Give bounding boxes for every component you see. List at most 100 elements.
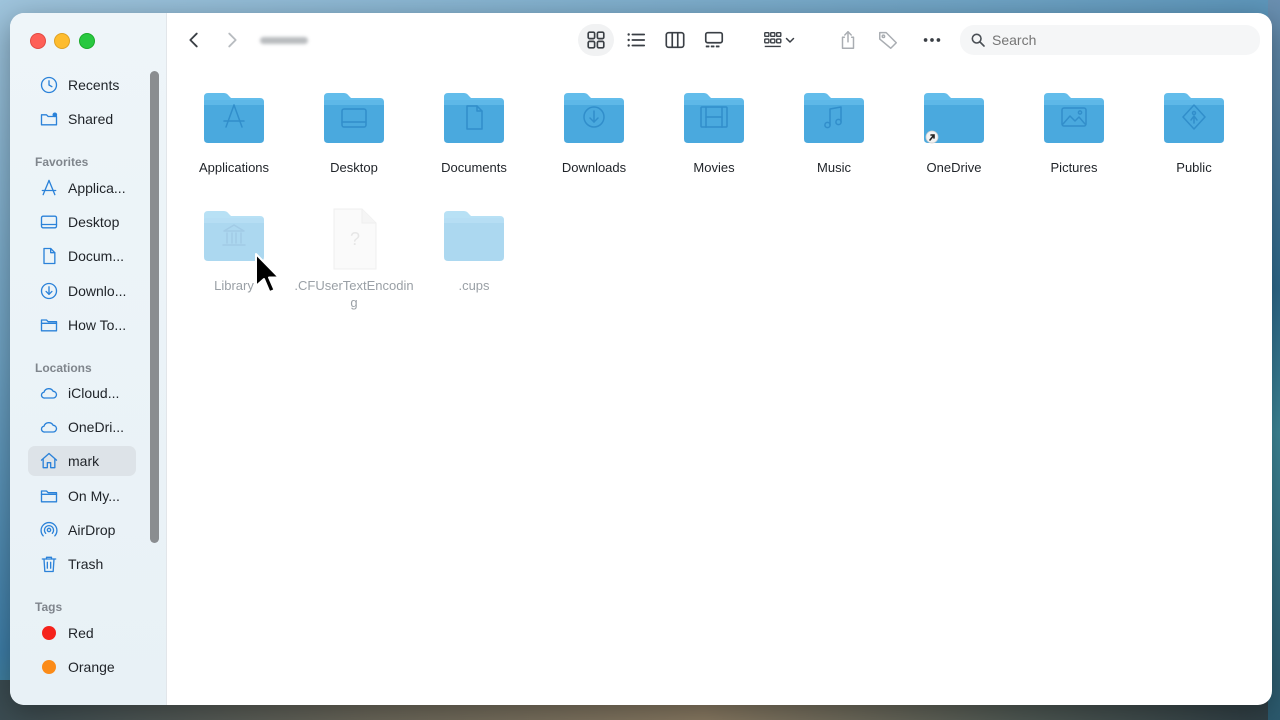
file-item[interactable]: Movies	[654, 89, 774, 176]
airdrop-icon	[38, 519, 60, 541]
gallery-view-button[interactable]	[698, 25, 730, 55]
sidebar-item-label: AirDrop	[68, 521, 116, 538]
file-item[interactable]: Music	[774, 89, 894, 176]
file-item-label: .CFUserTextEncoding	[294, 278, 414, 310]
tags-heading: Tags	[35, 600, 63, 614]
ellipsis-icon	[923, 38, 941, 42]
more-actions-button[interactable]	[916, 25, 948, 55]
sidebar-item-label: mark	[68, 453, 100, 470]
sidebar-item-label: Downlo...	[68, 282, 127, 299]
file-item-label: Public	[1176, 160, 1212, 175]
sidebar-item-label: OneDri...	[68, 419, 125, 436]
close-window-button[interactable]	[30, 33, 46, 49]
sidebar-item-shared[interactable]: Shared	[28, 104, 136, 134]
sidebar-item-label: Applica...	[68, 180, 126, 196]
file-item-label: Downloads	[561, 160, 627, 175]
clock-icon	[38, 74, 60, 96]
tag-color-dot	[42, 660, 56, 674]
share-button[interactable]	[832, 25, 864, 55]
file-item-label: OneDrive	[926, 160, 982, 175]
share-icon	[841, 31, 855, 49]
search-icon	[971, 33, 985, 47]
trash-icon	[38, 553, 60, 575]
chevron-down-icon	[785, 37, 795, 43]
sidebar-item-fav-0[interactable]: Applica...	[28, 173, 136, 203]
sidebar-tag-red[interactable]: Red	[28, 618, 136, 648]
gallery-icon	[704, 31, 724, 48]
file-item[interactable]: ? .CFUserTextEncoding	[294, 207, 414, 311]
icon-view-button[interactable]	[578, 24, 614, 56]
file-item-label: Applications	[198, 160, 270, 175]
folder-icon	[38, 314, 60, 336]
cloud-icon	[38, 416, 60, 438]
group-grid-icon	[764, 31, 782, 48]
locations-heading: Locations	[35, 361, 92, 375]
sidebar-item-recents[interactable]: Recents	[28, 70, 136, 100]
sidebar-tag-orange[interactable]: Orange	[28, 652, 136, 682]
list-view-button[interactable]	[620, 25, 652, 55]
file-item[interactable]: OneDrive	[894, 89, 1014, 176]
sidebar-item-loc-3[interactable]: On My...	[28, 481, 136, 511]
sidebar-item-label: iCloud...	[68, 385, 120, 401]
tag-color-dot	[42, 626, 56, 640]
file-item-label: .cups	[458, 278, 490, 293]
sidebar-item-fav-2[interactable]: Docum...	[28, 241, 136, 271]
sidebar-item-label: Docum...	[68, 248, 125, 265]
file-item[interactable]: Pictures	[1014, 89, 1134, 176]
shared-folder-icon	[38, 108, 60, 130]
fullscreen-window-button[interactable]	[79, 33, 95, 49]
desktop-icon	[38, 211, 60, 233]
mouse-cursor-icon	[255, 253, 280, 293]
file-item[interactable]: Desktop	[294, 89, 414, 176]
columns-icon	[665, 31, 685, 49]
sidebar-item-loc-0[interactable]: iCloud...	[28, 378, 136, 408]
sidebar-item-loc-4[interactable]: AirDrop	[28, 515, 136, 545]
back-button[interactable]	[180, 25, 208, 55]
finder-window: Favorites Locations Tags Recents Shared Ap…	[10, 13, 1272, 705]
sidebar-item-loc-1[interactable]: OneDri...	[28, 412, 136, 442]
tag-button[interactable]	[872, 25, 904, 55]
file-item[interactable]: Applications	[174, 89, 294, 176]
file-item-label: Documents	[441, 160, 507, 175]
sidebar-tag-label: Orange	[68, 659, 115, 675]
search-field[interactable]	[960, 25, 1260, 55]
file-item-label: Movies	[693, 160, 735, 175]
sidebar-scrollbar[interactable]	[150, 71, 159, 543]
film-folder-icon	[682, 89, 746, 145]
sidebar-item-label: Shared	[68, 111, 114, 127]
sidebar: Favorites Locations Tags Recents Shared Ap…	[10, 13, 167, 705]
file-item-label: Music	[817, 160, 851, 175]
sidebar-item-fav-3[interactable]: Downlo...	[28, 276, 136, 306]
grid-icon	[587, 31, 605, 49]
document-icon	[38, 245, 60, 267]
file-item[interactable]: Public	[1134, 89, 1254, 176]
chevron-left-icon	[189, 32, 198, 48]
sidebar-item-label: Recents	[68, 77, 120, 93]
folder-icon	[442, 207, 506, 263]
document-file-icon: ?	[322, 207, 386, 271]
sidebar-item-label: Desktop	[68, 214, 120, 231]
sidebar-item-fav-4[interactable]: How To...	[28, 310, 136, 340]
search-input[interactable]	[990, 31, 1234, 49]
file-item-label: Pictures	[1050, 160, 1098, 175]
download-folder-icon	[562, 89, 626, 145]
folder-icon	[38, 485, 60, 507]
sidebar-item-loc-2[interactable]: mark	[28, 446, 136, 477]
forward-button[interactable]	[218, 25, 246, 55]
applications-folder-icon	[202, 89, 266, 145]
sidebar-item-fav-1[interactable]: Desktop	[28, 207, 136, 237]
column-view-button[interactable]	[659, 25, 691, 55]
file-item[interactable]: Downloads	[534, 89, 654, 176]
home-icon	[38, 450, 60, 472]
sidebar-item-label: How To...	[68, 316, 127, 333]
file-item[interactable]: .cups	[414, 207, 534, 294]
toolbar	[166, 13, 1272, 69]
file-item[interactable]: Documents	[414, 89, 534, 176]
applications-icon	[38, 177, 60, 199]
list-icon	[627, 33, 646, 47]
sidebar-item-loc-5[interactable]: Trash	[28, 549, 136, 579]
minimize-window-button[interactable]	[54, 33, 70, 49]
window-title	[260, 37, 308, 44]
chevron-right-icon	[228, 32, 237, 48]
group-by-button[interactable]	[756, 25, 802, 55]
